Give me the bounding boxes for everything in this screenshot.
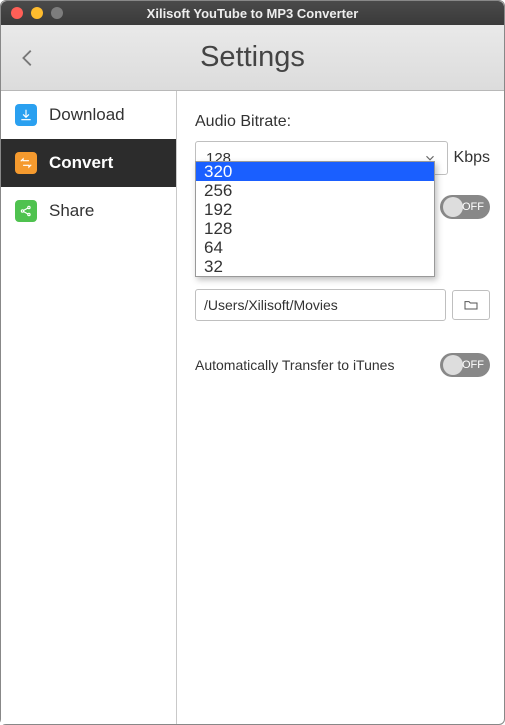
close-window-button[interactable] <box>11 7 23 19</box>
destination-path-input[interactable] <box>195 289 446 321</box>
minimize-window-button[interactable] <box>31 7 43 19</box>
sidebar-item-label: Convert <box>49 153 113 173</box>
toggle-state: OFF <box>462 359 484 371</box>
window-title: Xilisoft YouTube to MP3 Converter <box>1 6 504 21</box>
sidebar-item-share[interactable]: Share <box>1 187 176 235</box>
bitrate-option-256[interactable]: 256 <box>196 181 434 200</box>
sidebar-item-label: Download <box>49 105 125 125</box>
browse-folder-button[interactable] <box>452 290 490 320</box>
settings-content: Audio Bitrate: 128 Kbps 320 256 192 128 … <box>177 91 504 724</box>
toggle-knob <box>443 197 463 217</box>
hidden-setting-toggle[interactable]: OFF <box>440 195 490 219</box>
sidebar-item-download[interactable]: Download <box>1 91 176 139</box>
titlebar: Xilisoft YouTube to MP3 Converter <box>1 1 504 25</box>
bitrate-option-192[interactable]: 192 <box>196 200 434 219</box>
bitrate-option-64[interactable]: 64 <box>196 238 434 257</box>
bitrate-option-32[interactable]: 32 <box>196 257 434 276</box>
itunes-transfer-toggle[interactable]: OFF <box>440 353 490 377</box>
settings-header: Settings <box>1 25 504 91</box>
toggle-knob <box>443 355 463 375</box>
sidebar-item-convert[interactable]: Convert <box>1 139 176 187</box>
itunes-transfer-label: Automatically Transfer to iTunes <box>195 357 394 373</box>
sidebar: Download Convert Share <box>1 91 177 724</box>
toggle-state: OFF <box>462 201 484 213</box>
download-icon <box>15 104 37 126</box>
back-button[interactable] <box>13 38 43 78</box>
page-title: Settings <box>1 41 504 74</box>
maximize-window-button[interactable] <box>51 7 63 19</box>
sidebar-item-label: Share <box>49 201 94 221</box>
share-icon <box>15 200 37 222</box>
convert-icon <box>15 152 37 174</box>
audio-bitrate-label: Audio Bitrate: <box>195 113 490 131</box>
bitrate-option-128[interactable]: 128 <box>196 219 434 238</box>
audio-bitrate-dropdown[interactable]: 320 256 192 128 64 32 <box>195 161 435 277</box>
bitrate-option-320[interactable]: 320 <box>196 162 434 181</box>
bitrate-unit: Kbps <box>454 149 490 167</box>
